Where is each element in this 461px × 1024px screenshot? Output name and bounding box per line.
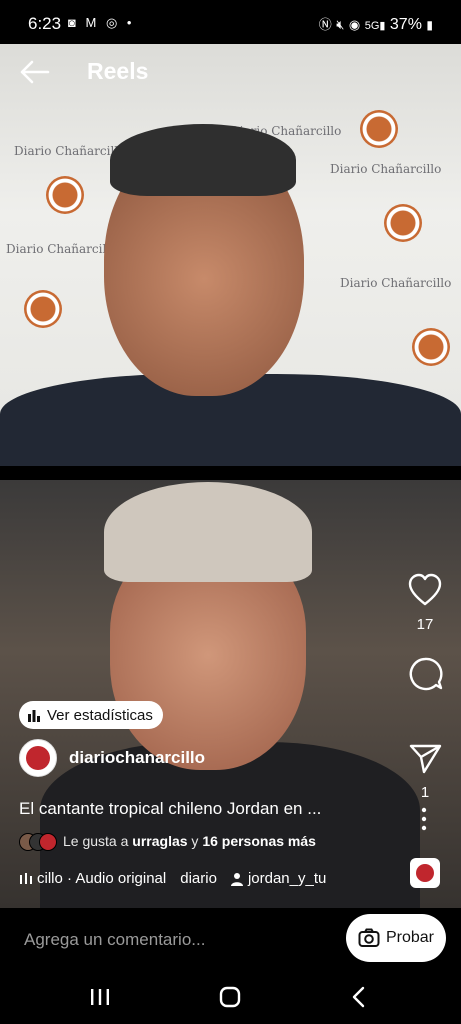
hotspot-icon: ◉ [348,17,361,32]
tagged-user[interactable]: jordan_y_tu [248,870,326,887]
reel-caption[interactable]: El cantante tropical chileno Jordan en .… [19,799,379,819]
mute-icon: 🔇︎ [336,17,345,32]
view-stats-button[interactable]: Ver estadísticas [19,701,163,729]
likes-others[interactable]: 16 personas más [202,833,316,849]
wall-logo [384,204,422,242]
wall-logo [360,110,398,148]
notification-icons: ◙ M ◎ • [68,15,134,31]
back-arrow-icon[interactable] [18,58,50,86]
audio-row[interactable]: cillo · Audio original diario jordan_y_t… [19,870,399,887]
audio-thumbnail[interactable] [410,858,440,888]
wall-logo-text: Diario Chañarcillo [330,162,442,176]
view-stats-label: Ver estadísticas [47,706,153,724]
wall-logo [412,328,450,366]
video-top-person[interactable]: Diario Chañarcillo Diario Chañarcillo Di… [0,44,461,466]
wall-logo-text: Diario Chañarcillo [6,242,118,256]
home-button[interactable] [210,982,250,1012]
liker-username[interactable]: urraglas [132,833,187,849]
dot-icon: • [126,15,135,30]
reels-header: Reels [0,44,461,100]
status-time: 6:23 [28,14,62,33]
status-right: Ⓝ 🔇︎ ◉ 5G▮ 37% ▮ [319,14,433,34]
likes-connector: y [191,833,199,849]
wall-logo [46,176,84,214]
wall-logo-text: Diario Chañarcillo [340,276,452,290]
wall-logo-text: Diario Chañarcillo [14,144,126,158]
likes-prefix: Le gusta a [63,833,129,849]
battery-icon: ▮ [426,18,433,32]
page-title: Reels [87,58,149,84]
account-username[interactable]: diariochanarcillo [69,748,205,768]
instagram-icon: ◙ [68,15,79,30]
account-row[interactable]: diariochanarcillo [19,738,205,778]
camera-icon [358,928,380,947]
back-button[interactable] [338,982,378,1012]
comments-count [400,700,450,718]
whatsapp-icon: ◎ [105,15,121,30]
more-options-icon[interactable] [414,806,434,832]
liker-avatars [19,833,57,851]
like-heart-icon[interactable] [400,570,450,610]
comment-input[interactable]: Agrega un comentario... [24,930,205,950]
shares-count: 1 [420,784,430,801]
home-icon [219,986,241,1008]
person-cap [104,482,312,582]
status-bar: 6:23 ◙ M ◎ • Ⓝ 🔇︎ ◉ 5G▮ 37% ▮ [0,0,461,44]
person-tag-icon [230,872,243,886]
comment-bubble-icon[interactable] [400,654,450,694]
comment-bar: Agrega un comentario... Probar [0,908,461,972]
nfc-icon: Ⓝ [318,17,332,32]
bar-chart-icon [28,710,40,722]
audio-wave-icon [20,872,32,884]
person-hair [110,124,296,196]
gmail-icon: M [85,15,100,30]
back-chevron-icon [352,986,365,1008]
system-nav-bar [0,972,461,1024]
reel-actions: 17 1 [400,570,450,822]
battery-percent: 37% [389,16,422,33]
recent-apps-button[interactable] [80,982,120,1012]
try-camera-button[interactable]: Probar [346,914,446,962]
audio-track-label[interactable]: cillo · Audio original [37,870,166,887]
try-label: Probar [385,929,435,946]
audio-credit: diario [180,870,217,887]
split-divider [0,466,461,480]
share-send-icon[interactable] [400,738,450,778]
likes-count: 17 [416,616,434,633]
wall-logo [24,290,62,328]
recent-apps-icon [91,989,109,1005]
likes-summary[interactable]: Le gusta a urraglas y 16 personas más [19,833,316,851]
avatar[interactable] [19,739,57,777]
5g-signal-icon: 5G▮ [364,20,386,32]
